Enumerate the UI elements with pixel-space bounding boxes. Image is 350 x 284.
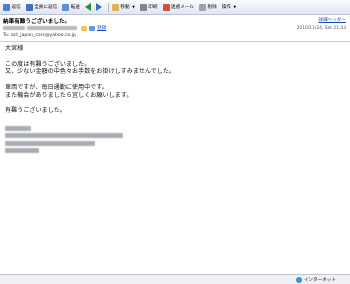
delete-button[interactable]: 削除 bbox=[198, 2, 218, 13]
redacted-signature-line bbox=[5, 140, 95, 146]
message-body: 大宮様 この度は有難うございました。 又、少ない金額の中色々お手数をお掛けしすみ… bbox=[5, 45, 345, 156]
to-row: To: act_japan_cars@yahoo.co.jp bbox=[3, 33, 76, 38]
forward-button[interactable]: 転送 bbox=[61, 2, 81, 13]
address-book-icon bbox=[81, 25, 87, 31]
redacted-signature-line bbox=[5, 133, 123, 139]
print-label: 印刷 bbox=[148, 5, 158, 10]
delete-label: 削除 bbox=[207, 5, 217, 10]
to-label: To: bbox=[3, 33, 10, 38]
reply-button[interactable]: 返信 bbox=[2, 2, 22, 13]
toolbar: 返信 全員に返信 転送 移動 ▼ 印刷 迷惑メール 削除 操作 ▼ bbox=[0, 0, 350, 15]
status-bar: インターネット bbox=[0, 274, 350, 284]
next-arrow-icon bbox=[95, 3, 102, 11]
message-header: 納車有難うございました。 詳細ヘッダー 登録 2010/11/24, Sat 2… bbox=[0, 15, 350, 42]
reply-all-button[interactable]: 全員に返信 bbox=[25, 2, 58, 13]
actions-menu[interactable]: 操作 ▼ bbox=[221, 2, 237, 13]
redacted-signature-line bbox=[5, 125, 31, 131]
spam-label: 迷惑メール bbox=[171, 5, 194, 10]
next-message-button[interactable] bbox=[95, 2, 103, 13]
chevron-down-icon: ▼ bbox=[233, 5, 237, 9]
body-line-2: 又、少ない金額の中色々お手数をお掛けしすみませんでした。 bbox=[5, 68, 176, 76]
previous-arrow-icon bbox=[84, 3, 91, 11]
folder-icon bbox=[111, 3, 119, 11]
actions-label: 操作 bbox=[221, 5, 231, 10]
greeting-line: 大宮様 bbox=[5, 45, 24, 52]
spam-button[interactable]: 迷惑メール bbox=[162, 2, 195, 13]
message-date: 2010/11/24, Sat 21:43 bbox=[296, 26, 346, 31]
reply-all-icon bbox=[25, 3, 33, 11]
toolbar-divider bbox=[107, 2, 109, 12]
security-zone-label: インターネット bbox=[303, 277, 336, 283]
add-contact-link[interactable]: 登録 bbox=[97, 25, 106, 31]
forward-icon bbox=[62, 3, 70, 11]
reply-label: 返信 bbox=[11, 5, 21, 10]
body-line-4: また機会がありましたら宜しくお願いします。 bbox=[5, 91, 133, 99]
chevron-down-icon: ▼ bbox=[132, 5, 135, 9]
closing-line: 有難うございました。 bbox=[5, 107, 66, 115]
reply-all-label: 全員に返信 bbox=[34, 5, 58, 10]
full-header-link[interactable]: 詳細ヘッダー bbox=[318, 17, 346, 23]
from-row: 登録 bbox=[3, 25, 106, 31]
reply-icon bbox=[3, 3, 10, 11]
to-address: act_japan_cars@yahoo.co.jp bbox=[10, 33, 76, 38]
redacted-sender-address bbox=[27, 26, 77, 30]
trash-icon bbox=[198, 3, 206, 11]
spam-icon bbox=[162, 3, 170, 11]
forward-label: 転送 bbox=[70, 5, 80, 10]
move-button[interactable]: 移動 ▼ bbox=[111, 2, 136, 13]
message-subject: 納車有難うございました。 bbox=[3, 19, 71, 25]
print-button[interactable]: 印刷 bbox=[139, 2, 159, 13]
move-label: 移動 bbox=[120, 5, 130, 10]
redacted-signature-line bbox=[5, 148, 39, 154]
previous-message-button[interactable] bbox=[84, 2, 92, 13]
add-contact-icon bbox=[89, 25, 95, 31]
redacted-signature bbox=[5, 125, 345, 154]
redacted-sender-name bbox=[3, 26, 25, 30]
printer-icon bbox=[139, 3, 147, 11]
globe-icon bbox=[295, 276, 302, 283]
body-line-3: 車両ですが、毎日通勤に使用中です。 bbox=[5, 83, 108, 91]
